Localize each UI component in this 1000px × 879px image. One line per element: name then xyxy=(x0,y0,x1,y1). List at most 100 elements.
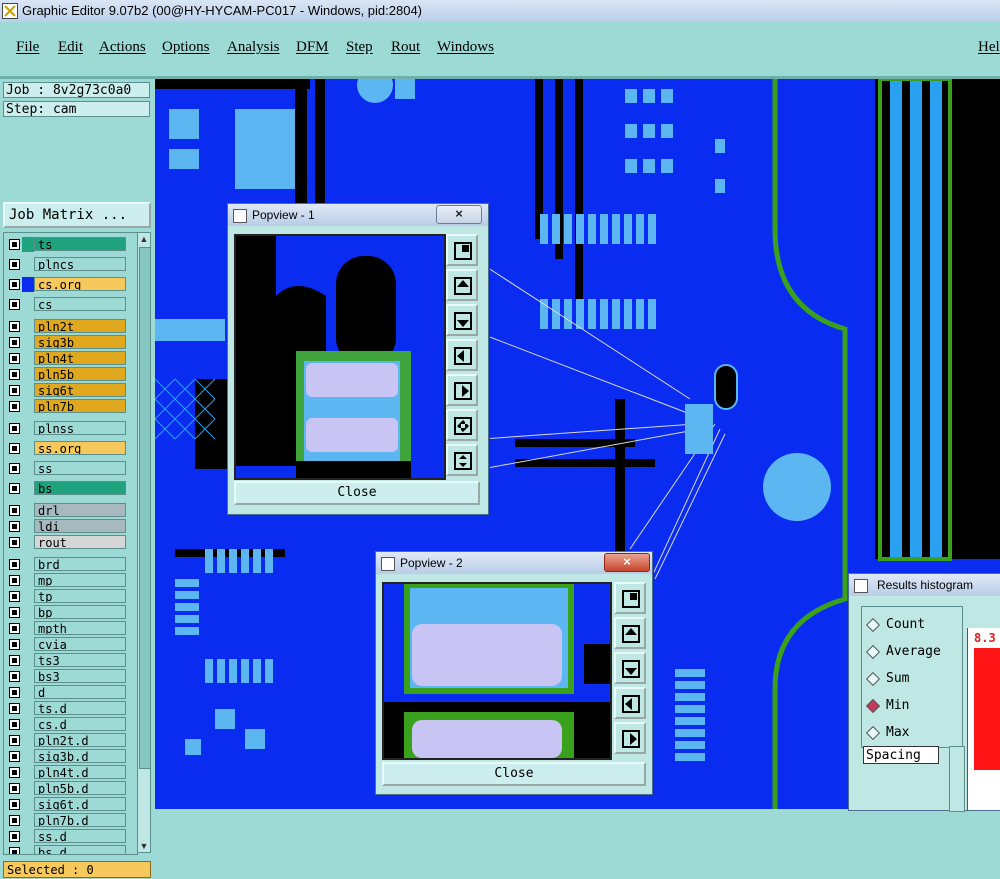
popview-1-view[interactable] xyxy=(234,234,446,480)
layer-name[interactable]: ss xyxy=(34,461,126,475)
layer-row[interactable]: ldi xyxy=(6,519,126,534)
layer-checkbox[interactable] xyxy=(9,239,20,250)
layer-checkbox[interactable] xyxy=(9,719,20,730)
popview-1-close-icon[interactable]: × xyxy=(436,205,482,224)
layer-row[interactable]: pln5b.d xyxy=(6,781,126,796)
layer-name[interactable]: plncs xyxy=(34,257,126,271)
layer-row[interactable]: ss.d xyxy=(6,829,126,844)
results-scrollbar[interactable] xyxy=(949,746,965,812)
layer-checkbox[interactable] xyxy=(9,703,20,714)
layer-row[interactable]: bs3 xyxy=(6,669,126,684)
popview-2-view[interactable] xyxy=(382,582,612,760)
menu-file[interactable]: File xyxy=(16,39,39,56)
layer-checkbox[interactable] xyxy=(9,687,20,698)
scroll-thumb[interactable] xyxy=(139,247,151,769)
layer-row[interactable]: ss xyxy=(6,461,126,476)
layer-name[interactable]: cs.org xyxy=(34,277,126,291)
layer-row[interactable]: cs.d xyxy=(6,717,126,732)
layer-name[interactable]: pln2t.d xyxy=(34,733,126,747)
layer-row[interactable]: pln4t.d xyxy=(6,765,126,780)
pan-down-button[interactable] xyxy=(614,652,646,684)
zoom-out-button[interactable] xyxy=(446,409,478,441)
layer-checkbox[interactable] xyxy=(9,575,20,586)
menu-options[interactable]: Options xyxy=(162,39,210,56)
layer-checkbox[interactable] xyxy=(9,751,20,762)
layer-name[interactable]: ts.d xyxy=(34,701,126,715)
layer-name[interactable]: bs3 xyxy=(34,669,126,683)
layer-checkbox[interactable] xyxy=(9,639,20,650)
layer-name[interactable]: pln7b xyxy=(34,399,126,413)
popview-1-close-button[interactable]: Close xyxy=(234,481,480,505)
layer-name[interactable]: tp xyxy=(34,589,126,603)
layer-row[interactable]: cvia xyxy=(6,637,126,652)
pan-up-button[interactable] xyxy=(446,269,478,301)
menu-rout[interactable]: Rout xyxy=(391,39,420,56)
layer-name[interactable]: sig3b.d xyxy=(34,749,126,763)
layer-row[interactable]: pln7b xyxy=(6,399,126,414)
popview-1-titlebar[interactable]: Popview - 1 × xyxy=(228,204,488,226)
layer-checkbox[interactable] xyxy=(9,299,20,310)
pan-right-button[interactable] xyxy=(614,722,646,754)
layer-row[interactable]: cs xyxy=(6,297,126,312)
layer-row[interactable]: pln5b xyxy=(6,367,126,382)
layer-name[interactable]: pln4t.d xyxy=(34,765,126,779)
menu-actions[interactable]: Actions xyxy=(99,39,146,56)
layer-row[interactable]: ts3 xyxy=(6,653,126,668)
layer-row[interactable]: bs.d xyxy=(6,845,126,854)
layer-name[interactable]: ldi xyxy=(34,519,126,533)
layer-name[interactable]: drl xyxy=(34,503,126,517)
layer-checkbox[interactable] xyxy=(9,671,20,682)
layer-checkbox[interactable] xyxy=(9,799,20,810)
layer-row[interactable]: pln2t.d xyxy=(6,733,126,748)
popview-2-titlebar[interactable]: Popview - 2 × xyxy=(376,552,652,574)
layer-checkbox[interactable] xyxy=(9,783,20,794)
scroll-down-icon[interactable]: ▼ xyxy=(139,840,149,852)
layer-name[interactable]: ss.d xyxy=(34,829,126,843)
layer-row[interactable]: d xyxy=(6,685,126,700)
layer-checkbox[interactable] xyxy=(9,423,20,434)
layer-name[interactable]: pln2t xyxy=(34,319,126,333)
results-titlebar[interactable]: Results histogram xyxy=(849,574,1000,596)
layer-checkbox[interactable] xyxy=(9,385,20,396)
layer-checkbox[interactable] xyxy=(9,369,20,380)
menu-help[interactable]: Hel xyxy=(978,39,1000,56)
pan-left-button[interactable] xyxy=(446,339,478,371)
layer-checkbox[interactable] xyxy=(9,483,20,494)
layer-checkbox[interactable] xyxy=(9,401,20,412)
layer-checkbox[interactable] xyxy=(9,559,20,570)
layer-checkbox[interactable] xyxy=(9,537,20,548)
layer-name[interactable]: cvia xyxy=(34,637,126,651)
layer-row[interactable]: sig6t xyxy=(6,383,126,398)
layer-checkbox[interactable] xyxy=(9,443,20,454)
layer-name[interactable]: ts xyxy=(34,237,126,251)
layer-name[interactable]: pln7b.d xyxy=(34,813,126,827)
layer-checkbox[interactable] xyxy=(9,259,20,270)
layer-row[interactable]: pln2t xyxy=(6,319,126,334)
layer-name[interactable]: mpth xyxy=(34,621,126,635)
zoom-home-button[interactable] xyxy=(446,234,478,266)
layer-row[interactable]: ts.d xyxy=(6,701,126,716)
layer-checkbox[interactable] xyxy=(9,321,20,332)
layer-row[interactable]: bs xyxy=(6,481,126,496)
layer-name[interactable]: ss.org xyxy=(34,441,126,455)
layer-name[interactable]: sig6t xyxy=(34,383,126,397)
layer-name[interactable]: bp xyxy=(34,605,126,619)
zoom-in-button[interactable] xyxy=(446,444,478,476)
layer-name[interactable]: d xyxy=(34,685,126,699)
menu-windows[interactable]: Windows xyxy=(437,39,494,56)
layer-name[interactable]: ts3 xyxy=(34,653,126,667)
layer-row[interactable]: sig6t.d xyxy=(6,797,126,812)
zoom-home-button[interactable] xyxy=(614,582,646,614)
layer-checkbox[interactable] xyxy=(9,847,20,854)
layer-checkbox[interactable] xyxy=(9,655,20,666)
layer-row[interactable]: brd xyxy=(6,557,126,572)
layer-row[interactable]: cs.org xyxy=(6,277,126,292)
pan-down-button[interactable] xyxy=(446,304,478,336)
layer-checkbox[interactable] xyxy=(9,607,20,618)
layer-row[interactable]: mpth xyxy=(6,621,126,636)
layer-name[interactable]: plnss xyxy=(34,421,126,435)
layer-checkbox[interactable] xyxy=(9,337,20,348)
layer-name[interactable]: cs.d xyxy=(34,717,126,731)
layer-row[interactable]: ts xyxy=(6,237,126,252)
menu-edit[interactable]: Edit xyxy=(58,39,83,56)
